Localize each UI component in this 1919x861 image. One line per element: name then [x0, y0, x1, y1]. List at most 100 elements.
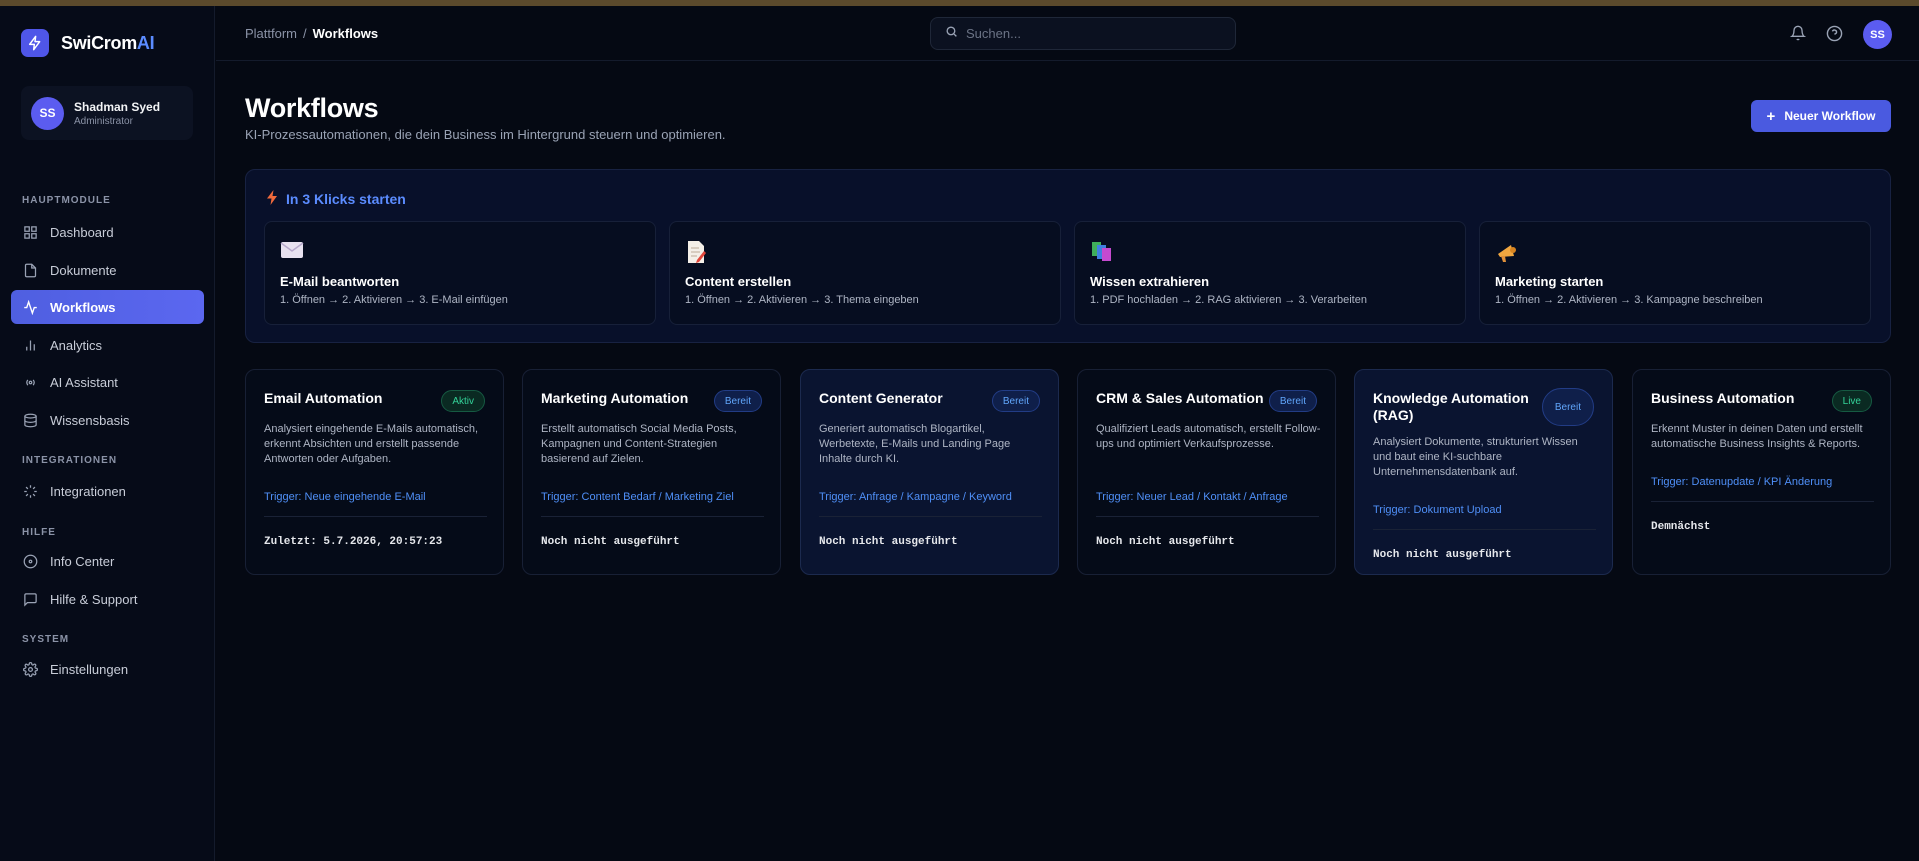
header-avatar[interactable]: SS	[1863, 20, 1892, 49]
books-icon	[1090, 240, 1114, 262]
sidebar-item-label: Analytics	[50, 337, 103, 353]
workflow-description: Qualifiziert Leads automatisch, erstellt…	[1096, 423, 1321, 450]
quick-card-title: Content erstellen	[685, 274, 792, 289]
brand[interactable]: SwiCromAI	[21, 29, 155, 57]
workflow-title: Content Generator	[819, 390, 943, 406]
workflow-trigger: Trigger: Neuer Lead / Kontakt / Anfrage	[1096, 491, 1288, 503]
sidebar-item-einstellungen[interactable]: Einstellungen	[11, 652, 204, 686]
sidebar-item-label: Info Center	[50, 553, 115, 569]
sidebar-item-label: Dokumente	[50, 262, 117, 278]
grid-icon	[22, 224, 38, 240]
quick-card-email[interactable]: E-Mail beantworten 1. Öffnen → 2. Aktivi…	[264, 221, 656, 325]
quick-card-title: Wissen extrahieren	[1090, 274, 1210, 289]
sidebar: SwiCromAI SS Shadman Syed Administrator …	[0, 6, 215, 861]
sidebar-item-label: Wissensbasis	[50, 412, 130, 428]
divider	[264, 516, 487, 517]
status-badge: Bereit	[991, 390, 1040, 412]
section-integrationen: INTEGRATIONEN	[22, 455, 118, 466]
plus-icon: +	[1766, 107, 1776, 125]
new-workflow-label: Neuer Workflow	[1784, 109, 1876, 123]
sidebar-item-hilfe-support[interactable]: Hilfe & Support	[11, 582, 204, 616]
brand-name: SwiCromAI	[61, 32, 155, 53]
sidebar-item-integrationen[interactable]: Integrationen	[11, 474, 204, 508]
search-input[interactable]	[966, 26, 1226, 41]
user-card[interactable]: SS Shadman Syed Administrator	[21, 86, 193, 140]
user-role: Administrator	[74, 115, 133, 127]
section-hilfe: HILFE	[22, 527, 56, 538]
workflow-status: Noch nicht ausgeführt	[541, 536, 680, 548]
page-subtitle: KI-Prozessautomationen, die dein Busines…	[245, 127, 726, 142]
status-badge: Bereit	[1268, 390, 1317, 412]
page-title: Workflows	[245, 93, 379, 123]
workflow-status: Zuletzt: 5.7.2026, 20:57:23	[264, 536, 443, 548]
workflow-trigger: Trigger: Content Bedarf / Marketing Ziel	[541, 491, 734, 503]
sidebar-item-ai-assistant[interactable]: AI Assistant	[11, 365, 204, 399]
status-badge: Bereit	[1541, 388, 1594, 426]
breadcrumb-separator: /	[303, 26, 307, 41]
workflow-status: Noch nicht ausgeführt	[1096, 536, 1235, 548]
quick-card-steps: 1. Öffnen → 2. Aktivieren → 3. E-Mail ei…	[280, 294, 508, 306]
avatar: SS	[31, 96, 64, 130]
sidebar-item-label: Integrationen	[50, 483, 126, 499]
database-icon	[22, 412, 38, 428]
workflow-card-business[interactable]: Business Automation Live Erkennt Muster …	[1632, 369, 1891, 575]
workflow-trigger: Trigger: Neue eingehende E-Mail	[264, 491, 426, 503]
sidebar-item-label: Hilfe & Support	[50, 591, 138, 607]
workflow-title: Email Automation	[264, 390, 383, 406]
sidebar-item-dashboard[interactable]: Dashboard	[11, 215, 204, 249]
workflow-card-email[interactable]: Email Automation Aktiv Analysiert eingeh…	[245, 369, 504, 575]
quick-start-panel: In 3 Klicks starten E-Mail beantworten 1…	[245, 169, 1891, 343]
help-icon[interactable]	[1823, 22, 1845, 44]
breadcrumb-plattform[interactable]: Plattform	[245, 26, 297, 41]
divider	[1096, 516, 1319, 517]
sidebar-item-info-center[interactable]: Info Center	[11, 544, 204, 578]
workflow-description: Analysiert eingehende E-Mails automatisc…	[264, 423, 479, 465]
status-badge: Bereit	[713, 390, 762, 412]
workflow-description: Erstellt automatisch Social Media Posts,…	[541, 423, 737, 465]
workflow-trigger: Trigger: Anfrage / Kampagne / Keyword	[819, 491, 1012, 503]
workflow-card-knowledge[interactable]: Knowledge Automation (RAG) Bereit Analys…	[1354, 369, 1613, 575]
workflow-status: Demnächst	[1651, 521, 1711, 533]
quick-card-steps: 1. Öffnen → 2. Aktivieren → 3. Thema ein…	[685, 294, 919, 306]
info-icon	[22, 553, 38, 569]
workflow-title: CRM & Sales Automation	[1096, 390, 1264, 406]
workflow-card-crm[interactable]: CRM & Sales Automation Bereit Qualifizie…	[1077, 369, 1336, 575]
quick-card-title: E-Mail beantworten	[280, 274, 400, 289]
workflow-trigger: Trigger: Dokument Upload	[1373, 504, 1502, 516]
divider	[819, 516, 1042, 517]
breadcrumb-current: Workflows	[312, 26, 379, 41]
workflow-title: Marketing Automation	[541, 390, 689, 406]
workflow-title: Knowledge Automation (RAG)	[1373, 390, 1529, 423]
workflow-card-marketing[interactable]: Marketing Automation Bereit Erstellt aut…	[522, 369, 781, 575]
activity-icon	[22, 299, 38, 315]
loader-icon	[22, 483, 38, 499]
quick-card-wissen[interactable]: Wissen extrahieren 1. PDF hochladen → 2.…	[1074, 221, 1466, 325]
search-box[interactable]	[930, 17, 1236, 50]
search-icon	[945, 25, 958, 43]
breadcrumb: Plattform / Workflows	[245, 26, 378, 41]
workflow-card-content[interactable]: Content Generator Bereit Generiert autom…	[800, 369, 1059, 575]
radio-icon	[22, 374, 38, 390]
workflow-description: Analysiert Dokumente, strukturiert Wisse…	[1373, 436, 1578, 478]
memo-icon	[685, 240, 709, 263]
megaphone-icon	[1495, 240, 1519, 262]
workflow-trigger: Trigger: Datenupdate / KPI Änderung	[1651, 476, 1833, 488]
bell-icon[interactable]	[1787, 22, 1809, 44]
quick-start-title: In 3 Klicks starten	[266, 190, 406, 208]
quick-card-steps: 1. PDF hochladen → 2. RAG aktivieren → 3…	[1090, 294, 1367, 306]
status-badge: Aktiv	[441, 390, 485, 412]
sidebar-item-dokumente[interactable]: Dokumente	[11, 253, 204, 287]
sidebar-item-analytics[interactable]: Analytics	[11, 328, 204, 362]
sidebar-item-label: Einstellungen	[50, 661, 129, 677]
sidebar-item-workflows[interactable]: Workflows	[11, 290, 204, 324]
user-name: Shadman Syed	[74, 99, 161, 114]
status-badge: Live	[1831, 390, 1872, 412]
sidebar-item-label: Dashboard	[50, 224, 114, 240]
sidebar-item-wissensbasis[interactable]: Wissensbasis	[11, 403, 204, 437]
quick-card-content[interactable]: Content erstellen 1. Öffnen → 2. Aktivie…	[669, 221, 1061, 325]
sidebar-item-label: AI Assistant	[50, 374, 118, 390]
top-header: Plattform / Workflows SS	[216, 6, 1919, 61]
new-workflow-button[interactable]: + Neuer Workflow	[1751, 100, 1891, 132]
divider	[1651, 501, 1874, 502]
quick-card-marketing[interactable]: Marketing starten 1. Öffnen → 2. Aktivie…	[1479, 221, 1871, 325]
